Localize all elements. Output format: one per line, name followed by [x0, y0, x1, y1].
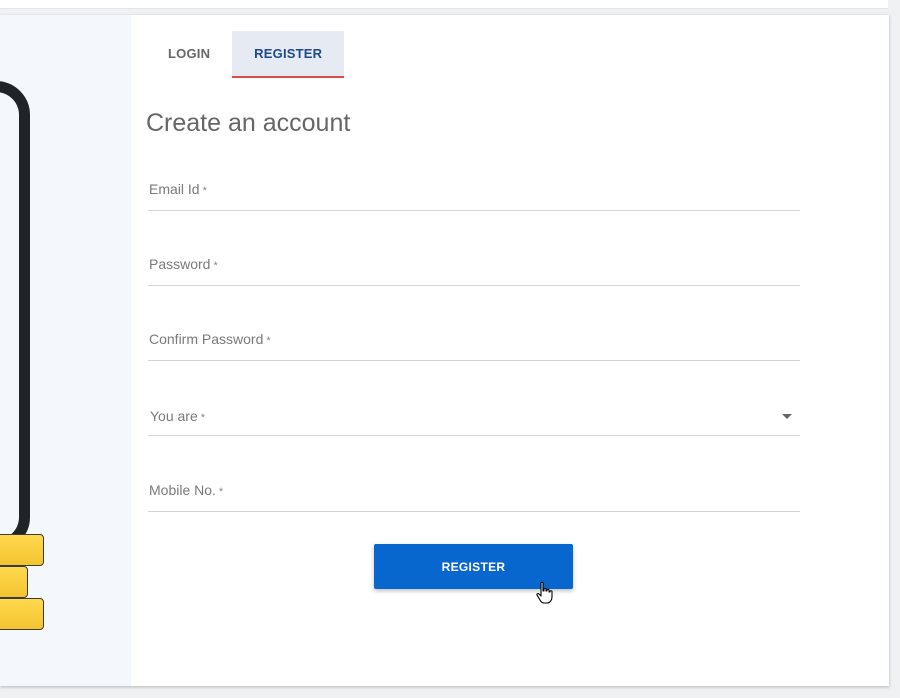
confirm-password-field-underline: [148, 360, 800, 361]
caret-down-icon[interactable]: [782, 414, 792, 419]
user-type-select-label: You are *: [150, 408, 206, 424]
user-type-select[interactable]: You are *: [148, 396, 800, 436]
top-strip: [0, 0, 888, 9]
mobile-number-field[interactable]: Mobile No. *: [148, 472, 800, 512]
confirm-password-field[interactable]: Confirm Password *: [148, 321, 800, 361]
illustration-panel: [0, 15, 131, 686]
tab-register[interactable]: REGISTER: [232, 31, 345, 78]
mobile-number-field-underline: [148, 511, 800, 512]
auth-card: LOGIN REGISTER Create an account Email I…: [0, 15, 889, 686]
phone-illustration: [0, 81, 30, 551]
auth-tabs: LOGIN REGISTER: [146, 31, 345, 78]
hand-pointer-icon: [536, 581, 553, 604]
password-field-label: Password *: [149, 256, 218, 272]
password-field-underline: [148, 285, 800, 286]
password-field[interactable]: Password *: [148, 246, 800, 286]
coin-illustration: [0, 598, 44, 630]
mobile-number-field-label: Mobile No. *: [149, 482, 224, 498]
user-type-select-underline: [148, 435, 800, 436]
coin-illustration: [0, 534, 44, 566]
tab-login[interactable]: LOGIN: [146, 31, 232, 77]
coin-illustration: [0, 566, 28, 598]
email-field-underline: [148, 210, 800, 211]
email-field[interactable]: Email Id *: [148, 171, 800, 211]
confirm-password-field-label: Confirm Password *: [149, 331, 271, 347]
page-title: Create an account: [146, 109, 351, 137]
email-field-label: Email Id *: [149, 181, 207, 197]
